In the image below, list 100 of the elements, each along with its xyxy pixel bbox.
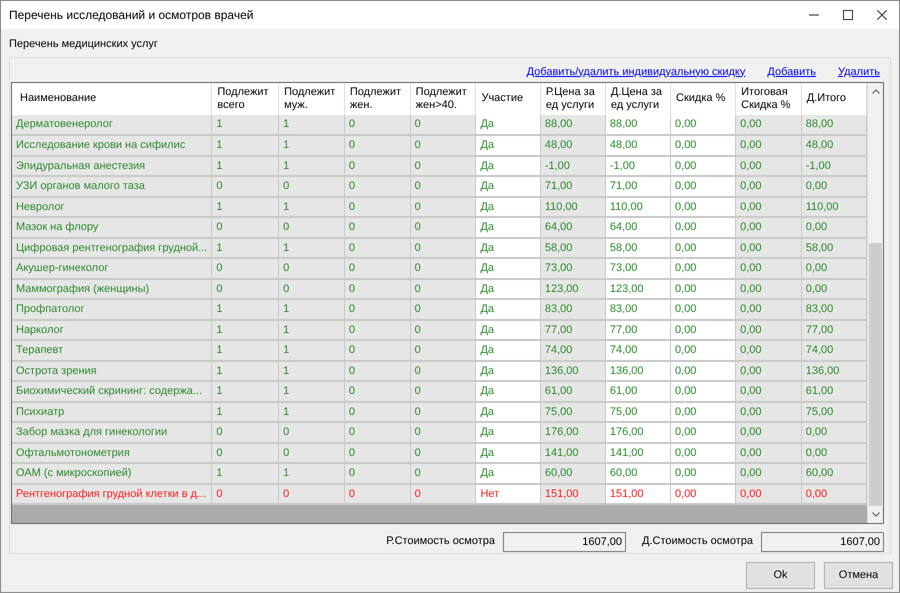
total-field[interactable]: 1607,00 (503, 532, 626, 552)
table-cell: 88,00 (605, 114, 671, 135)
table-cell: Да (476, 135, 540, 156)
link[interactable]: Удалить (838, 64, 880, 78)
table-cell: 0 (410, 422, 476, 442)
table-cell: 1 (212, 114, 279, 135)
table-cell: Да (476, 299, 540, 320)
column-header[interactable]: Участие (476, 82, 540, 114)
table-cell: 1 (212, 340, 279, 360)
table-cell: 0,00 (736, 463, 802, 484)
table-cell: 1 (278, 463, 344, 484)
table-cell: 1 (212, 463, 279, 484)
total-field[interactable]: 1607,00 (761, 532, 884, 552)
table-cell: 1 (278, 381, 344, 402)
table-cell: 0 (410, 217, 476, 238)
table-cell: 0 (344, 176, 410, 196)
table-cell: 0,00 (670, 217, 736, 238)
table-cell: 1 (278, 135, 344, 156)
table-cell: 1 (212, 135, 279, 156)
table-cell: 1 (278, 340, 344, 360)
table-cell: 0 (212, 217, 279, 238)
table-cell: 88,00 (801, 114, 866, 135)
scrollbar-thumb[interactable] (869, 242, 882, 506)
table-cell: Психиатр (12, 402, 212, 422)
table-cell: Исследование крови на сифилис (12, 135, 212, 156)
table-cell: Цифровая рентгенография грудной... (12, 238, 212, 258)
table-cell: 0 (410, 381, 476, 402)
table-cell: 88,00 (540, 114, 606, 135)
column-header[interactable]: Д.Цена за ед услуги (605, 82, 671, 114)
table-cell: 74,00 (801, 340, 866, 360)
table-cell: 0,00 (736, 299, 802, 320)
table-cell: 0 (344, 135, 410, 156)
total-label: Р.Стоимость осмотра (386, 534, 496, 550)
table-cell: 0,00 (670, 422, 736, 442)
table-cell: 74,00 (540, 340, 606, 360)
link[interactable]: Добавить/удалить индивидуальную скидку (526, 64, 746, 78)
close-icon (877, 10, 887, 20)
table-cell: 0,00 (670, 463, 736, 484)
table-cell: 48,00 (801, 135, 866, 156)
table-cell: 0,00 (670, 176, 736, 196)
table-cell: 0 (344, 340, 410, 360)
table-cell: 0,00 (736, 114, 802, 135)
table-cell: 0 (278, 176, 344, 196)
table-cell: 0 (344, 114, 410, 135)
dialog-button[interactable]: Ok (746, 562, 815, 588)
table-cell: 176,00 (540, 422, 606, 442)
column-header[interactable]: Р.Цена за ед услуги (540, 82, 606, 114)
table-cell: 60,00 (540, 463, 606, 484)
column-header[interactable]: Итоговая Скидка % (736, 82, 802, 114)
table-cell: 83,00 (801, 299, 866, 320)
scroll-down-icon[interactable] (872, 512, 880, 516)
vertical-scrollbar[interactable] (867, 82, 883, 522)
table-cell: 0 (344, 463, 410, 484)
table-cell: 61,00 (605, 381, 671, 402)
table-cell: 0 (410, 176, 476, 196)
column-header[interactable]: Подлежит жен>40. (410, 82, 476, 114)
table-cell: Да (476, 463, 540, 484)
maximize-icon (843, 10, 853, 20)
table-cell: Рентгенография грудной клетки в д... (12, 484, 212, 504)
table-cell: 71,00 (540, 176, 606, 196)
table-cell: 0,00 (736, 217, 802, 238)
link[interactable]: Добавить (767, 64, 816, 78)
table-cell: 1 (278, 114, 344, 135)
column-header[interactable]: Скидка % (670, 82, 736, 114)
table-cell: 0,00 (670, 340, 736, 360)
table-cell: ОАМ (с микроскопией) (12, 463, 212, 484)
column-header[interactable]: Подлежит всего (212, 82, 279, 114)
table-cell: 74,00 (605, 340, 671, 360)
table-cell: УЗИ органов малого таза (12, 176, 212, 196)
column-header[interactable]: Наименование (12, 82, 212, 114)
table-cell: 0,00 (736, 422, 802, 442)
column-header[interactable]: Подлежит муж. (278, 82, 344, 114)
column-header[interactable]: Д.Итого (801, 82, 866, 114)
table-cell: 61,00 (801, 381, 866, 402)
table-cell: 0 (410, 258, 476, 278)
table-cell: 0,00 (801, 176, 866, 196)
table-cell: Профпатолог (12, 299, 212, 320)
table-cell: 60,00 (801, 463, 866, 484)
table-cell: 48,00 (540, 135, 606, 156)
table-cell: 83,00 (540, 299, 606, 320)
table-cell: 0 (410, 114, 476, 135)
table-cell: 0 (212, 422, 279, 442)
table-cell: Да (476, 422, 540, 442)
table-cell: Острота зрения (12, 360, 212, 381)
table-cell: 0,00 (736, 135, 802, 156)
table-cell: Невролог (12, 196, 212, 217)
table-cell: 1 (278, 299, 344, 320)
table-cell: 60,00 (605, 463, 671, 484)
scroll-up-icon[interactable] (872, 88, 880, 94)
column-header[interactable]: Подлежит жен. (344, 82, 410, 114)
table-cell: 0,00 (670, 135, 736, 156)
table-cell: Терапевт (12, 340, 212, 360)
table-cell: 73,00 (605, 258, 671, 278)
table-cell: 0 (410, 463, 476, 484)
dialog-button[interactable]: Отмена (824, 562, 893, 588)
table-cell: 0 (344, 217, 410, 238)
table-cell: 0,00 (670, 114, 736, 135)
table-cell: 0,00 (801, 258, 866, 278)
table-cell: 0 (278, 422, 344, 442)
table-cell: 0 (410, 135, 476, 156)
